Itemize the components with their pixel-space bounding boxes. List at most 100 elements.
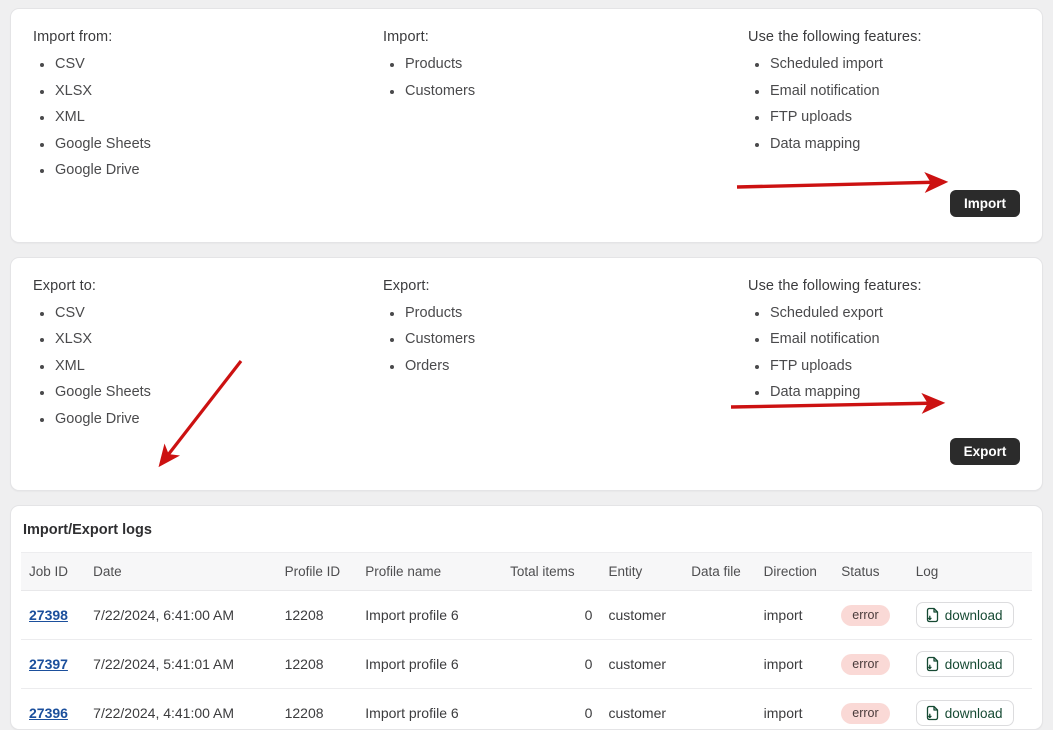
cell-data-file bbox=[683, 640, 755, 689]
logs-table-head: Job ID Date Profile ID Profile name Tota… bbox=[21, 553, 1032, 591]
cell-job-id: 27398 bbox=[21, 591, 85, 640]
list-item[interactable]: Google Drive bbox=[33, 406, 383, 433]
list-item[interactable]: Orders bbox=[383, 353, 748, 380]
job-id-link[interactable]: 27398 bbox=[29, 607, 68, 623]
list-item[interactable]: XLSX bbox=[33, 326, 383, 353]
list-item[interactable]: Google Sheets bbox=[33, 379, 383, 406]
download-log-button[interactable]: download bbox=[916, 651, 1014, 677]
job-id-link[interactable]: 27397 bbox=[29, 656, 68, 672]
column-header-status[interactable]: Status bbox=[833, 553, 908, 591]
download-log-button[interactable]: download bbox=[916, 700, 1014, 726]
column-header-total-items[interactable]: Total items bbox=[502, 553, 600, 591]
cell-data-file bbox=[683, 689, 755, 730]
list-item[interactable]: FTP uploads bbox=[748, 353, 1020, 380]
cell-date: 7/22/2024, 5:41:01 AM bbox=[85, 640, 276, 689]
list-item[interactable]: Google Sheets bbox=[33, 131, 383, 158]
cell-total-items: 0 bbox=[502, 591, 600, 640]
table-row: 27397 7/22/2024, 5:41:01 AM 12208 Import… bbox=[21, 640, 1032, 689]
logs-card: Import/Export logs Job ID Date Profile I… bbox=[10, 505, 1043, 730]
cell-status: error bbox=[833, 689, 908, 730]
cell-job-id: 27397 bbox=[21, 640, 85, 689]
export-action-row: Export bbox=[33, 432, 1020, 474]
page-root: Import from: CSV XLSX XML Google Sheets … bbox=[0, 0, 1053, 675]
list-item[interactable]: Customers bbox=[383, 326, 748, 353]
list-item[interactable]: CSV bbox=[33, 300, 383, 327]
cell-profile-name: Import profile 6 bbox=[357, 640, 502, 689]
column-header-profile-name[interactable]: Profile name bbox=[357, 553, 502, 591]
cell-profile-id: 12208 bbox=[277, 689, 358, 730]
cell-direction: import bbox=[756, 689, 834, 730]
import-sources-column: Import from: CSV XLSX XML Google Sheets … bbox=[33, 29, 383, 184]
import-button[interactable]: Import bbox=[950, 190, 1020, 217]
import-features-title: Use the following features: bbox=[748, 29, 1020, 45]
column-header-job-id[interactable]: Job ID bbox=[21, 553, 85, 591]
export-targets-column: Export to: CSV XLSX XML Google Sheets Go… bbox=[33, 278, 383, 433]
job-id-link[interactable]: 27396 bbox=[29, 705, 68, 721]
cell-date: 7/22/2024, 6:41:00 AM bbox=[85, 591, 276, 640]
cell-entity: customer bbox=[600, 689, 683, 730]
logs-table: Job ID Date Profile ID Profile name Tota… bbox=[21, 552, 1032, 730]
list-item[interactable]: Products bbox=[383, 51, 748, 78]
import-action-row: Import bbox=[33, 184, 1020, 226]
column-header-entity[interactable]: Entity bbox=[600, 553, 683, 591]
list-item[interactable]: Data mapping bbox=[748, 131, 1020, 158]
file-download-icon bbox=[925, 656, 940, 672]
import-features-list: Scheduled import Email notification FTP … bbox=[748, 51, 1020, 157]
logs-table-body: 27398 7/22/2024, 6:41:00 AM 12208 Import… bbox=[21, 591, 1032, 730]
cell-log: download bbox=[908, 689, 1032, 730]
list-item[interactable]: Email notification bbox=[748, 326, 1020, 353]
list-item[interactable]: Google Drive bbox=[33, 157, 383, 184]
table-header-row: Job ID Date Profile ID Profile name Tota… bbox=[21, 553, 1032, 591]
column-header-profile-id[interactable]: Profile ID bbox=[277, 553, 358, 591]
column-header-direction[interactable]: Direction bbox=[756, 553, 834, 591]
import-card: Import from: CSV XLSX XML Google Sheets … bbox=[10, 8, 1043, 243]
download-log-button[interactable]: download bbox=[916, 602, 1014, 628]
cell-profile-name: Import profile 6 bbox=[357, 591, 502, 640]
import-sources-title: Import from: bbox=[33, 29, 383, 45]
cell-profile-id: 12208 bbox=[277, 591, 358, 640]
import-entities-list: Products Customers bbox=[383, 51, 748, 104]
export-card: Export to: CSV XLSX XML Google Sheets Go… bbox=[10, 257, 1043, 492]
table-row: 27396 7/22/2024, 4:41:00 AM 12208 Import… bbox=[21, 689, 1032, 730]
cell-status: error bbox=[833, 591, 908, 640]
list-item[interactable]: Scheduled export bbox=[748, 300, 1020, 327]
status-badge: error bbox=[841, 703, 889, 724]
import-sources-list: CSV XLSX XML Google Sheets Google Drive bbox=[33, 51, 383, 184]
export-entities-title: Export: bbox=[383, 278, 748, 294]
list-item[interactable]: XLSX bbox=[33, 78, 383, 105]
cell-job-id: 27396 bbox=[21, 689, 85, 730]
import-entities-column: Import: Products Customers bbox=[383, 29, 748, 184]
export-entities-column: Export: Products Customers Orders bbox=[383, 278, 748, 433]
export-features-column: Use the following features: Scheduled ex… bbox=[748, 278, 1020, 433]
download-label: download bbox=[945, 706, 1003, 721]
export-targets-title: Export to: bbox=[33, 278, 383, 294]
logs-title: Import/Export logs bbox=[11, 506, 1042, 552]
cell-date: 7/22/2024, 4:41:00 AM bbox=[85, 689, 276, 730]
cell-total-items: 0 bbox=[502, 689, 600, 730]
list-item[interactable]: Data mapping bbox=[748, 379, 1020, 406]
column-header-date[interactable]: Date bbox=[85, 553, 276, 591]
export-features-title: Use the following features: bbox=[748, 278, 1020, 294]
export-columns: Export to: CSV XLSX XML Google Sheets Go… bbox=[33, 278, 1020, 433]
cell-status: error bbox=[833, 640, 908, 689]
file-download-icon bbox=[925, 705, 940, 721]
column-header-data-file[interactable]: Data file bbox=[683, 553, 755, 591]
import-features-column: Use the following features: Scheduled im… bbox=[748, 29, 1020, 184]
list-item[interactable]: FTP uploads bbox=[748, 104, 1020, 131]
download-label: download bbox=[945, 608, 1003, 623]
list-item[interactable]: CSV bbox=[33, 51, 383, 78]
list-item[interactable]: Customers bbox=[383, 78, 748, 105]
download-label: download bbox=[945, 657, 1003, 672]
list-item[interactable]: Scheduled import bbox=[748, 51, 1020, 78]
export-button[interactable]: Export bbox=[950, 438, 1020, 465]
status-badge: error bbox=[841, 654, 889, 675]
list-item[interactable]: XML bbox=[33, 353, 383, 380]
export-targets-list: CSV XLSX XML Google Sheets Google Drive bbox=[33, 300, 383, 433]
list-item[interactable]: XML bbox=[33, 104, 383, 131]
cell-direction: import bbox=[756, 640, 834, 689]
cell-total-items: 0 bbox=[502, 640, 600, 689]
list-item[interactable]: Email notification bbox=[748, 78, 1020, 105]
list-item[interactable]: Products bbox=[383, 300, 748, 327]
column-header-log[interactable]: Log bbox=[908, 553, 1032, 591]
cell-direction: import bbox=[756, 591, 834, 640]
